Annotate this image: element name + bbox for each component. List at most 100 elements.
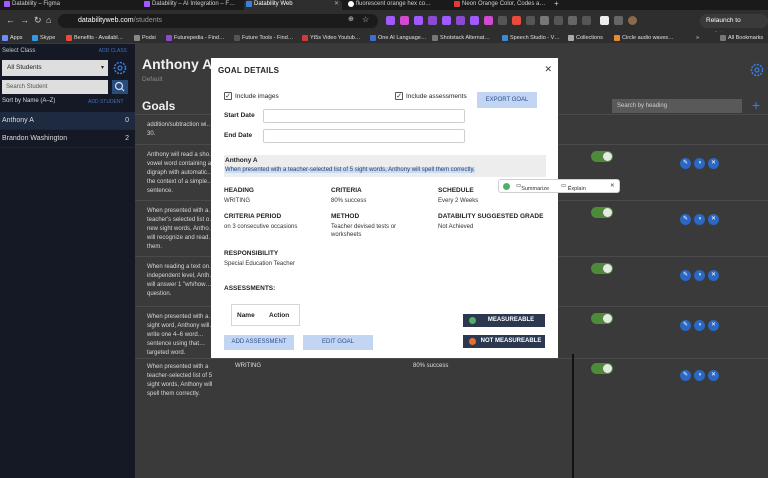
class-select[interactable]: All Students ▾ [2,60,108,76]
class-settings-button[interactable] [112,60,128,76]
add-student-button[interactable]: ADD STUDENT [88,99,124,105]
edit-icon[interactable]: ✎ [680,214,691,225]
reload-icon[interactable]: ↻ [34,15,42,26]
goal-active-toggle[interactable] [591,263,613,274]
bookmark-shotstack[interactable]: Shotstack Alternat… [432,33,490,43]
sidepanel-icon[interactable] [582,16,591,25]
delete-icon[interactable]: ✕ [708,370,719,381]
tab-fluorescent[interactable]: fluorescent orange hex co… [346,0,446,10]
extension-icon[interactable] [428,16,437,25]
extension-icon[interactable] [456,16,465,25]
bookmark-benefits[interactable]: Benefits - Availabl… [66,33,123,43]
detail-criteria: CRITERIA 80% success [331,187,367,204]
goal-active-toggle[interactable] [591,363,613,374]
table-row[interactable]: When presented with a teacher-selected l… [135,358,768,406]
student-settings-button[interactable] [749,62,765,83]
start-date-input[interactable] [263,109,465,123]
export-goal-button[interactable]: EXPORT GOAL [477,92,537,108]
chart-icon[interactable]: ◑ [694,214,705,225]
student-item-anthony[interactable]: Anthony A 0 [0,112,135,130]
extension-icon[interactable] [526,16,535,25]
download-icon[interactable] [614,16,623,25]
delete-icon[interactable]: ✕ [708,158,719,169]
goal-active-toggle[interactable] [591,207,613,218]
bookmark-podsi[interactable]: Podsi [134,33,156,43]
chart-icon[interactable]: ◑ [694,270,705,281]
detail-heading: HEADING WRITING [224,187,254,204]
tab-neon-orange[interactable]: Neon Orange Color, Codes a… [452,0,552,10]
chart-icon[interactable]: ◑ [694,320,705,331]
extension-icon[interactable] [484,16,493,25]
google-icon[interactable] [600,16,609,25]
bookmark-skype[interactable]: Skype [32,33,55,43]
summarize-button[interactable]: ▭ Summarize [516,183,549,192]
relaunch-button[interactable]: Relaunch to update [700,14,768,38]
delete-icon[interactable]: ✕ [708,270,719,281]
all-bookmarks[interactable]: All Bookmarks [720,33,763,43]
bookmark-yt5s[interactable]: Yt5s Video Youtub… [302,33,360,43]
not-measurable-button[interactable]: NOT MEASUREABLE [463,335,545,348]
tab-datability-web[interactable]: Datability Web ✕ [244,0,342,10]
include-images-checkbox[interactable]: ✓ Include images [224,92,279,101]
bookmarks-overflow-icon[interactable]: » [696,33,699,43]
bookmark-icon [614,35,620,41]
back-icon[interactable]: ← [6,15,15,25]
extension-icon[interactable] [554,16,563,25]
bookmark-speech-studio[interactable]: Speech Studio - V… [502,33,560,43]
tab-figma-1[interactable]: Datability – Figma [2,0,82,10]
include-assessments-checkbox[interactable]: ✓ Include assessments [395,92,467,101]
puzzle-icon[interactable] [568,16,577,25]
tab-figma-2[interactable]: Datability – AI Integration – F… [142,0,242,10]
edit-icon[interactable]: ✎ [680,270,691,281]
new-tab-button[interactable]: + [552,0,564,10]
close-tab-icon[interactable]: ✕ [334,0,339,8]
chart-icon[interactable]: ◑ [694,158,705,169]
bookmark-futurepedia[interactable]: Futurepedia - Find… [166,33,224,43]
extension-icon[interactable] [540,16,549,25]
close-icon[interactable]: ✕ [610,183,615,189]
bookmark-icon [568,35,574,41]
bookmark-collections[interactable]: Collections [568,33,603,43]
bookmark-future-tools[interactable]: Future Tools - Find… [234,33,293,43]
add-class-button[interactable]: ADD CLASS [99,48,127,54]
edit-icon[interactable]: ✎ [680,370,691,381]
add-goal-button[interactable]: + [752,97,760,113]
close-icon[interactable]: ✕ [544,64,552,75]
goal-active-toggle[interactable] [591,151,613,162]
bookmark-star-icon[interactable]: ☆ [362,15,369,24]
extension-icon[interactable] [498,16,507,25]
goal-text-selection[interactable]: When presented with a teacher-selected l… [225,167,475,173]
avatar[interactable] [628,16,637,25]
bookmark-icon [66,35,72,41]
explain-button[interactable]: ▭ Explain ⌄ [561,183,586,192]
edit-icon[interactable]: ✎ [680,158,691,169]
search-student-input[interactable]: Search Student [2,80,108,94]
delete-icon[interactable]: ✕ [708,214,719,225]
delete-icon[interactable]: ✕ [708,320,719,331]
chart-icon[interactable]: ◑ [694,370,705,381]
student-item-brandon[interactable]: Brandon Washington 2 [0,130,135,148]
extension-icon[interactable] [512,16,521,25]
extension-icon[interactable] [386,16,395,25]
bookmark-apps[interactable]: Apps [2,33,23,43]
extension-icon[interactable] [414,16,423,25]
translate-icon[interactable]: ⊕ [348,15,354,23]
edit-goal-button[interactable]: EDIT GOAL [303,335,373,350]
home-icon[interactable]: ⌂ [46,15,51,25]
goal-active-toggle[interactable] [591,313,613,324]
forward-icon[interactable]: → [20,15,29,25]
measurable-button[interactable]: MEASUREABLE [463,314,545,327]
search-heading-input[interactable]: Search by heading [612,99,742,113]
search-student-button[interactable] [112,80,128,94]
end-date-input[interactable] [263,129,465,143]
add-assessment-button[interactable]: ADD ASSESSMENT [224,335,294,350]
extension-icon[interactable] [470,16,479,25]
extension-icon[interactable] [442,16,451,25]
address-bar[interactable]: databilityweb.com/students [58,14,378,28]
sort-control[interactable]: Sort by Name (A–Z) [2,98,55,104]
bookmark-circle-audio[interactable]: Circle audio waves… [614,33,674,43]
bookmark-oneai[interactable]: One AI Language… [370,33,426,43]
status-dot-orange [469,338,476,345]
edit-icon[interactable]: ✎ [680,320,691,331]
extension-icon[interactable] [400,16,409,25]
